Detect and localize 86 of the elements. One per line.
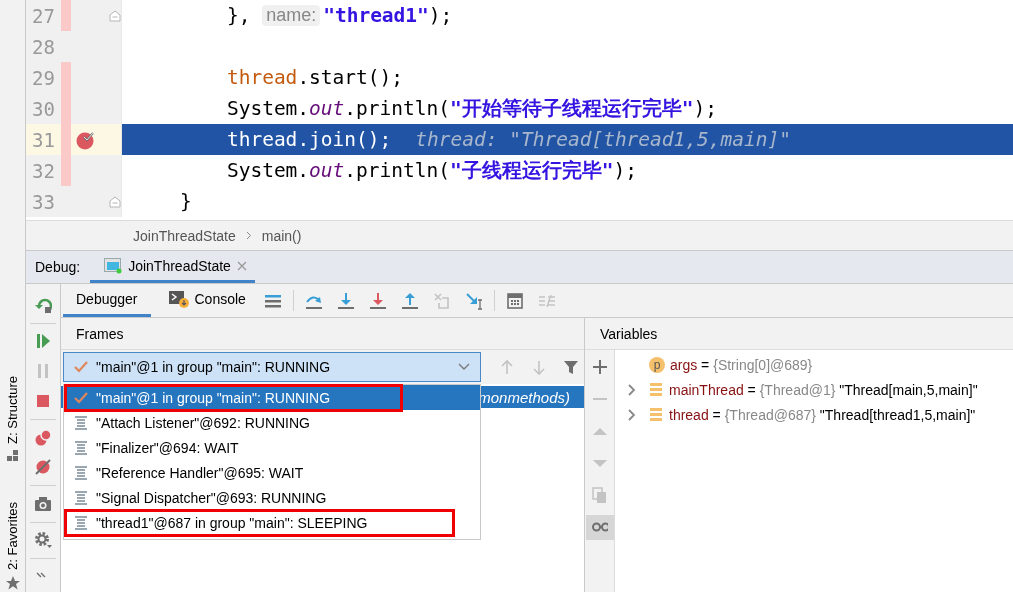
line-number: 31 [31, 128, 56, 151]
code-token: "子线程运行完毕" [450, 158, 614, 184]
code-token: .start(); [297, 66, 404, 89]
window-icon [104, 257, 123, 274]
run-to-cursor-icon[interactable] [464, 291, 483, 310]
thread-icon [74, 440, 88, 455]
calculator-icon[interactable] [505, 291, 524, 310]
code-token: System. [225, 97, 310, 120]
variable-entry[interactable]: args = {String[0]@689} [670, 356, 813, 373]
inline-value: thread: "Thread[thread1,5,main]" [415, 128, 791, 151]
parameter-icon: p [649, 356, 665, 373]
check-icon [74, 391, 88, 404]
console-icon [168, 290, 189, 308]
code-token: out [309, 159, 345, 182]
annotation-box: "main"@1 in group "main": RUNNING [64, 383, 404, 412]
line-number: 30 [31, 97, 56, 120]
view-tab[interactable]: Console [164, 284, 250, 317]
thread-item[interactable]: "main"@1 in group "main": RUNNING [64, 385, 480, 410]
code-token: "thread1" [323, 4, 429, 27]
filter-icon[interactable] [563, 358, 579, 376]
step-into-icon[interactable] [336, 291, 355, 310]
tab-label: JoinThreadState [128, 257, 231, 274]
annotation-box: "thread1"@687 in group "main": SLEEPING [64, 508, 456, 537]
breadcrumb[interactable]: main() [261, 227, 302, 244]
close-icon[interactable] [236, 260, 247, 271]
code-token: } [178, 190, 192, 213]
code-token: "开始等待子线程运行完毕" [450, 96, 694, 122]
thread-icon [74, 415, 88, 430]
code-token: ); [613, 159, 637, 182]
settings-icon[interactable] [34, 531, 52, 550]
thread-item[interactable]: "Reference Handler"@695: WAIT [64, 460, 480, 485]
breakpoints-icon[interactable] [34, 428, 52, 447]
tab-label: Console [194, 291, 246, 307]
field-icon [649, 382, 663, 397]
resume-icon[interactable] [34, 332, 52, 351]
code-token: System. [225, 159, 310, 182]
dropdown-value: "main"@1 in group "main": RUNNING [96, 359, 332, 375]
star-icon [5, 575, 20, 590]
camera-icon[interactable] [34, 494, 52, 513]
line-number: 32 [31, 159, 56, 182]
line-number: 27 [31, 4, 56, 27]
thread-item[interactable]: "Signal Dispatcher"@693: RUNNING [64, 485, 480, 510]
code-token: out [309, 97, 345, 120]
force-step-into-icon[interactable] [368, 291, 387, 310]
line-number: 33 [31, 190, 56, 213]
check-icon [74, 361, 88, 373]
panel-title: Frames [76, 325, 124, 342]
breadcrumb[interactable]: JoinThreadState [133, 227, 236, 244]
chevron-down-icon [458, 363, 470, 371]
fold-icon[interactable] [109, 9, 121, 22]
thread-item[interactable]: "Finalizer"@694: WAIT [64, 435, 480, 460]
code-token: thread [225, 128, 298, 151]
line-number: 28 [31, 35, 56, 58]
field-icon [649, 407, 663, 422]
code-token: .println( [344, 97, 450, 120]
add-icon[interactable] [591, 359, 608, 376]
thread-dropdown[interactable]: "main"@1 in group "main": RUNNING [63, 352, 481, 382]
thread-icon [74, 490, 88, 505]
debug-label: Debug: [34, 258, 82, 277]
variable-entry[interactable]: thread = {Thread@687} "Thread[thread1,5,main]" [669, 406, 976, 423]
thread-item[interactable]: "Attach Listener"@692: RUNNING [64, 410, 480, 435]
step-out-icon[interactable] [400, 291, 419, 310]
tool-window-tab[interactable]: Z: Structure [5, 376, 20, 444]
frame-item[interactable]: monmethods) [478, 388, 570, 406]
code-token: ); [428, 4, 453, 27]
code-token: thread [225, 66, 298, 89]
code-token: }, [225, 4, 252, 27]
parameter-hint: name: [262, 5, 321, 26]
fold-icon[interactable] [109, 195, 121, 208]
tool-window-tab[interactable]: 2: Favorites [5, 501, 20, 570]
mute-breakpoints-icon[interactable] [34, 458, 52, 477]
thread-icon [74, 465, 88, 480]
variable-entry[interactable]: mainThread = {Thread@1} "Thread[main,5,main]" [669, 381, 978, 398]
line-number: 29 [31, 66, 56, 89]
glasses-icon[interactable] [585, 515, 614, 540]
run-tab[interactable]: JoinThreadState [90, 251, 255, 283]
code-token: ); [693, 97, 717, 120]
code-token: .join(); [297, 128, 392, 151]
thread-item[interactable]: "thread1"@687 in group "main": SLEEPING [64, 510, 480, 535]
panel-title: Variables [600, 325, 658, 342]
tab-label: Debugger [76, 291, 138, 307]
structure-icon [6, 449, 19, 462]
chevron-icon [245, 231, 252, 240]
view-tab[interactable]: Debugger [63, 284, 151, 317]
thread-icon [74, 515, 88, 530]
code-token: .println( [344, 159, 450, 182]
